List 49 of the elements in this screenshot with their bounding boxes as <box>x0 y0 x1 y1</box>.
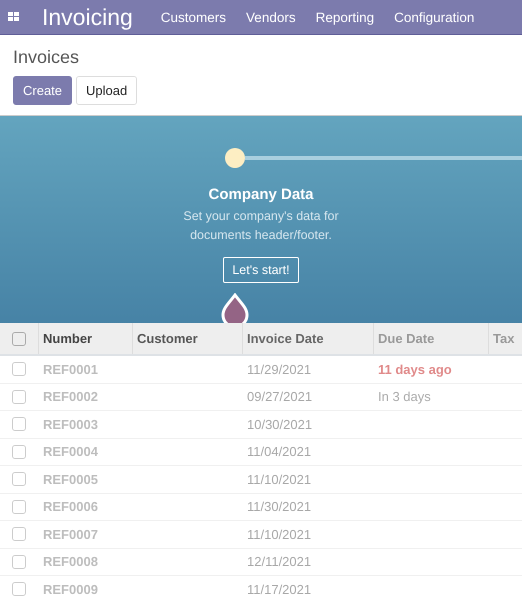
row-checkbox[interactable] <box>12 417 26 432</box>
table-cell-text: 09/27/2021 <box>246 389 314 404</box>
table-cell-text: REF0001 <box>42 362 99 377</box>
select-all-checkbox[interactable] <box>12 332 26 346</box>
table-cell-text: REF0004 <box>42 444 99 460</box>
table-cell-text: REF0005 <box>42 472 99 487</box>
menu-item[interactable]: Configuration <box>394 10 474 24</box>
table-cell-text: REF0009 <box>42 582 99 597</box>
upload-button[interactable]: Upload <box>76 76 138 105</box>
table-cell-text: 11/30/2021 <box>246 499 312 514</box>
table-cell-text: 11/10/2021 <box>246 472 312 487</box>
table-cell-text: In 3 days <box>377 389 432 404</box>
row-checkbox[interactable] <box>12 362 26 376</box>
table-cell-text: 10/30/2021 <box>246 416 314 432</box>
column-header[interactable]: Number <box>38 323 132 354</box>
apps-menu-icon[interactable] <box>8 12 20 22</box>
table-cell-text: REF0003 <box>42 416 99 432</box>
table-cell-text: 11 days ago <box>377 362 453 377</box>
table-cell-text: 12/11/2021 <box>246 554 312 570</box>
table-cell-text: REF0007 <box>42 526 99 542</box>
pin-icon <box>220 293 250 323</box>
column-header[interactable]: Invoice Date <box>242 323 373 354</box>
step-description: Set your company's data for documents header/footer. <box>182 208 340 244</box>
row-checkbox[interactable] <box>12 472 26 486</box>
row-checkbox[interactable] <box>12 390 26 404</box>
app-title: Invoicing <box>42 4 133 30</box>
breadcrumb: Invoices <box>13 47 80 68</box>
table-cell-text: 11/29/2021 <box>246 362 312 377</box>
menu-item[interactable]: Vendors <box>246 10 296 24</box>
column-header[interactable]: Customer <box>132 323 242 354</box>
column-header[interactable]: Due Date <box>373 323 488 354</box>
step-title: Company Data <box>207 186 315 203</box>
table-cell-text: REF0006 <box>42 499 99 514</box>
row-checkbox[interactable] <box>12 527 26 542</box>
table-cell-text: REF0008 <box>42 554 99 570</box>
row-checkbox[interactable] <box>12 444 26 459</box>
row-checkbox[interactable] <box>12 554 26 569</box>
table-cell-text: 11/17/2021 <box>246 582 312 597</box>
create-button[interactable]: Create <box>13 76 72 105</box>
column-header[interactable]: Tax <box>488 323 522 354</box>
step-dot-icon <box>225 148 245 168</box>
row-checkbox[interactable] <box>12 500 26 514</box>
menu-item[interactable]: Reporting <box>316 10 374 24</box>
table-cell-text: 11/10/2021 <box>246 526 312 542</box>
start-button[interactable]: Let's start! <box>223 256 299 282</box>
table-cell-text: 11/04/2021 <box>246 444 312 460</box>
row-checkbox[interactable] <box>12 582 26 596</box>
menu-item[interactable]: Customers <box>160 10 226 24</box>
table-cell-text: REF0002 <box>42 389 99 404</box>
